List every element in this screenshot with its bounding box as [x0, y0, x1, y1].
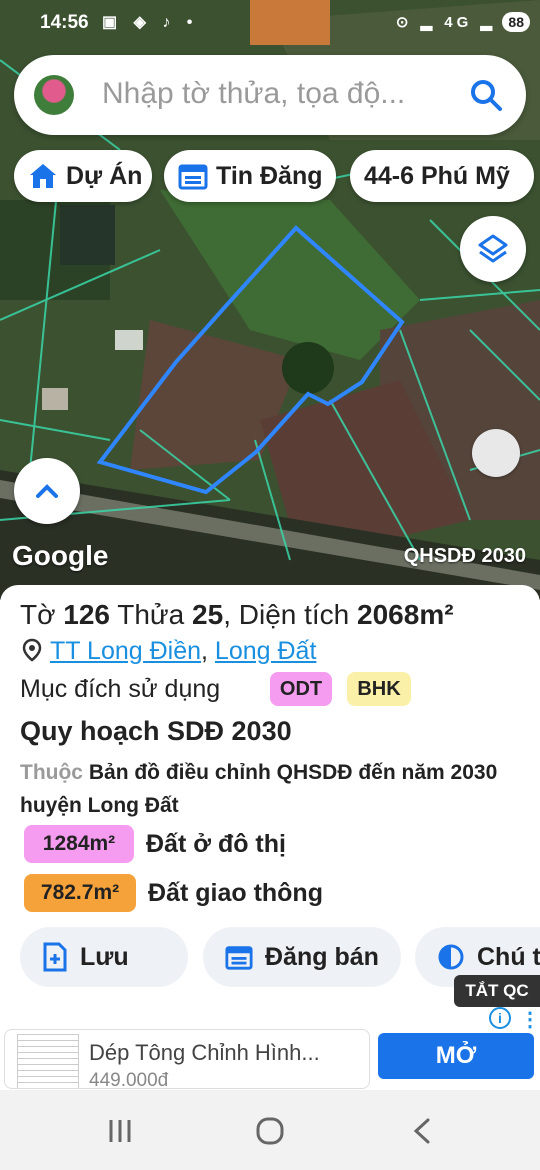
- system-nav-bar: [0, 1090, 540, 1170]
- notification-icons: ▣ ◈ ♪ •: [102, 14, 199, 31]
- signal-icons: ⊙ ▂ 4G ▂: [395, 14, 496, 31]
- ad-thumbnail: [17, 1034, 79, 1088]
- chip-label: 44-6 Phú Mỹ: [364, 161, 510, 190]
- plot-number: 25: [192, 599, 224, 630]
- back-icon: [413, 1118, 430, 1144]
- chip-phu-my[interactable]: 44-6 Phú Mỹ: [350, 150, 534, 202]
- planning-title: Quy hoạch SDĐ 2030: [20, 716, 292, 746]
- area-row-transport: 782.7m² Đất giao thông: [24, 874, 323, 912]
- post-sale-button[interactable]: Đăng bán: [203, 927, 401, 987]
- ad-info-icon[interactable]: i: [489, 1007, 511, 1029]
- parcel-title: Tờ 126 Thửa 25, Diện tích 2068m²: [20, 599, 454, 631]
- plot-label: Thửa: [117, 599, 185, 630]
- location-link-town[interactable]: TT Long Điền: [50, 637, 201, 665]
- purpose-badge-odt[interactable]: ODT: [270, 672, 332, 706]
- status-time: 14:56: [40, 12, 89, 33]
- area-type-label: Đất giao thông: [148, 878, 323, 907]
- save-label: Lưu: [80, 942, 129, 971]
- post-sale-label: Đăng bán: [265, 942, 379, 971]
- save-button[interactable]: Lưu: [20, 927, 188, 987]
- location-separator: ,: [201, 637, 215, 665]
- area-value-pill: 782.7m²: [24, 874, 136, 912]
- planning-description: Thuộc Bản đồ điều chỉnh QHSDĐ đến năm 20…: [20, 756, 520, 822]
- calendar-icon: [178, 164, 208, 190]
- chip-du-an[interactable]: Dự Án: [14, 150, 152, 202]
- expand-up-button[interactable]: [14, 458, 80, 524]
- ad-banner[interactable]: i ⋮ Dép Tông Chỉnh Hình... 449.000đ MỞ: [0, 1007, 540, 1090]
- recent-apps-icon: [109, 1120, 131, 1142]
- layers-icon: [478, 234, 508, 263]
- home-icon: [30, 164, 56, 188]
- home-button[interactable]: [250, 1114, 290, 1148]
- location-pin-icon: [22, 638, 42, 662]
- ad-card[interactable]: Dép Tông Chỉnh Hình... 449.000đ: [4, 1029, 370, 1089]
- search-icon[interactable]: [468, 77, 504, 113]
- recent-apps-button[interactable]: [100, 1114, 140, 1148]
- search-input[interactable]: Nhập tờ thửa, tọa độ...: [102, 77, 405, 111]
- home-circle-icon: [256, 1117, 284, 1145]
- planning-map-name[interactable]: Bản đồ điều chỉnh QHSDĐ đến năm 2030 huy…: [20, 761, 497, 817]
- note-label: Chú t: [477, 942, 540, 971]
- calendar-icon: [225, 946, 253, 970]
- chip-tin-dang[interactable]: Tin Đăng: [164, 150, 336, 202]
- ad-title: Dép Tông Chỉnh Hình...: [89, 1040, 320, 1065]
- add-file-icon: [43, 942, 67, 972]
- layers-button[interactable]: [460, 216, 526, 282]
- area-value-pill: 1284m²: [24, 825, 134, 863]
- battery-indicator: 88: [502, 12, 530, 32]
- ad-open-button[interactable]: MỞ: [378, 1033, 534, 1079]
- back-button[interactable]: [402, 1114, 442, 1148]
- chevron-up-icon: [36, 484, 58, 498]
- belongs-prefix: Thuộc: [20, 761, 83, 784]
- avatar[interactable]: [34, 75, 74, 115]
- location-line: TT Long Điền, Long Đất: [22, 637, 316, 666]
- sheet-number: 126: [63, 599, 110, 630]
- map-layer-name: QHSDĐ 2030: [403, 545, 526, 567]
- search-bar[interactable]: Nhập tờ thửa, tọa độ...: [14, 55, 526, 135]
- area-label: , Diện tích: [223, 599, 350, 630]
- ad-price: 449.000đ: [89, 1070, 169, 1089]
- contrast-icon: [438, 944, 464, 970]
- close-ad-button[interactable]: TẮT QC: [454, 975, 540, 1007]
- ad-more-icon[interactable]: ⋮: [520, 1007, 540, 1032]
- google-attribution: Google: [12, 540, 109, 571]
- location-link-district[interactable]: Long Đất: [215, 637, 316, 665]
- purpose-badge-bhk[interactable]: BHK: [347, 672, 411, 706]
- chip-label: Tin Đăng: [216, 161, 323, 190]
- area-row-urban: 1284m² Đất ở đô thị: [24, 825, 286, 863]
- area-type-label: Đất ở đô thị: [146, 829, 286, 858]
- area-value: 2068m²: [357, 599, 454, 630]
- status-bar: 14:56 ▣ ◈ ♪ • ⊙ ▂ 4G ▂ 88: [0, 8, 540, 38]
- purpose-label: Mục đích sử dụng: [20, 675, 221, 703]
- chip-label: Dự Án: [66, 161, 143, 190]
- map-handle[interactable]: [472, 429, 520, 477]
- sheet-label: Tờ: [20, 599, 56, 630]
